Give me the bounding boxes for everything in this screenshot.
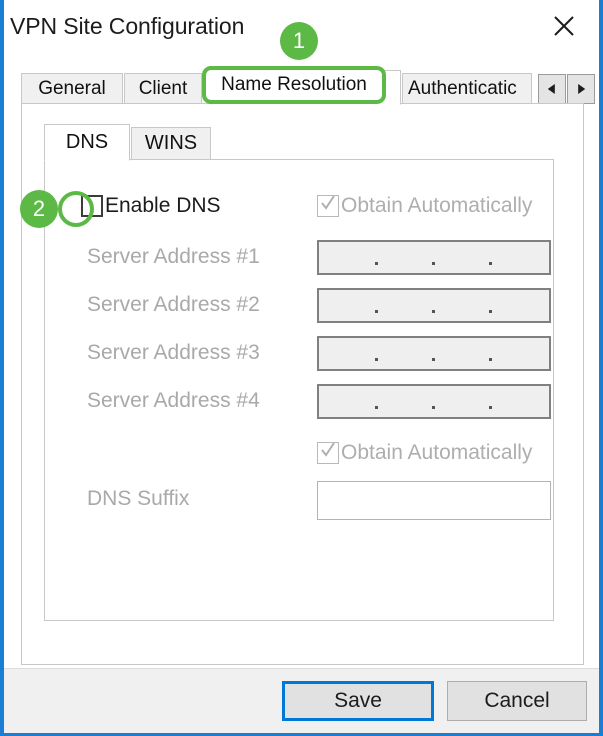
server-address-4-label: Server Address #4 [87,389,260,412]
server-address-4-input[interactable] [317,384,551,419]
screenshot-root: VPN Site Configuration General Client Na… [0,0,603,736]
server-address-1-label: Server Address #1 [87,245,260,268]
close-button[interactable] [534,2,594,50]
tab-scroll-right-button[interactable] [567,74,595,104]
window-border-right [599,0,603,736]
triangle-left-icon [547,84,555,94]
ip-dot [432,310,435,313]
ip-dot [375,310,378,313]
ip-dot [489,262,492,265]
cancel-button[interactable]: Cancel [447,681,587,721]
obtain-suffix-automatically-row[interactable]: Obtain Automatically [317,441,532,465]
obtain-servers-automatically-checkbox[interactable] [317,195,339,217]
ip-dot [375,406,378,409]
checkmark-icon [321,195,335,212]
dns-suffix-label: DNS Suffix [87,487,190,510]
ip-dot [489,310,492,313]
dialog-footer: Save Cancel [4,668,599,733]
dns-form: Enable DNS Obtain Automatically Server A… [45,160,555,622]
ip-dot [432,262,435,265]
annotation-highlight-tab-label: Name Resolution [221,74,367,95]
server-address-3-input[interactable] [317,336,551,371]
obtain-suffix-automatically-label: Obtain Automatically [341,441,533,464]
inner-tab-dns[interactable]: DNS [44,124,130,161]
server-address-2-label: Server Address #2 [87,293,260,316]
obtain-servers-automatically-row[interactable]: Obtain Automatically [317,194,532,218]
ip-dot [375,262,378,265]
inner-tab-strip: DNS WINS [44,124,554,161]
annotation-highlight-name-resolution-tab: Name Resolution [202,66,386,104]
window-title: VPN Site Configuration [10,13,245,39]
enable-dns-row[interactable]: Enable DNS [81,194,221,218]
server-address-1-input[interactable] [317,240,551,275]
checkmark-icon [321,442,335,459]
ip-dot [489,406,492,409]
inner-tab-wins[interactable]: WINS [131,127,211,160]
tab-page-name-resolution: DNS WINS Enable DNS Obtain Automatically… [21,103,584,665]
ip-dot [489,358,492,361]
enable-dns-checkbox[interactable] [81,195,103,217]
annotation-badge-2: 2 [20,190,58,228]
obtain-servers-automatically-label: Obtain Automatically [341,194,533,217]
tab-authentication[interactable]: Authenticatic [402,73,532,104]
tab-client[interactable]: Client [124,73,202,104]
tab-general[interactable]: General [21,73,123,104]
annotation-badge-1: 1 [280,22,318,60]
tab-scroll-left-button[interactable] [538,74,566,104]
server-address-2-input[interactable] [317,288,551,323]
ip-dot [432,358,435,361]
dialog-body: General Client Name Resolution Authentic… [4,56,599,668]
inner-tab-page-dns: Enable DNS Obtain Automatically Server A… [44,159,554,621]
obtain-suffix-automatically-checkbox[interactable] [317,442,339,464]
triangle-right-icon [578,84,586,94]
server-address-3-label: Server Address #3 [87,341,260,364]
ip-dot [432,406,435,409]
ip-dot [375,358,378,361]
dns-suffix-input[interactable] [317,481,551,520]
save-button[interactable]: Save [282,681,434,721]
enable-dns-label: Enable DNS [105,194,221,217]
